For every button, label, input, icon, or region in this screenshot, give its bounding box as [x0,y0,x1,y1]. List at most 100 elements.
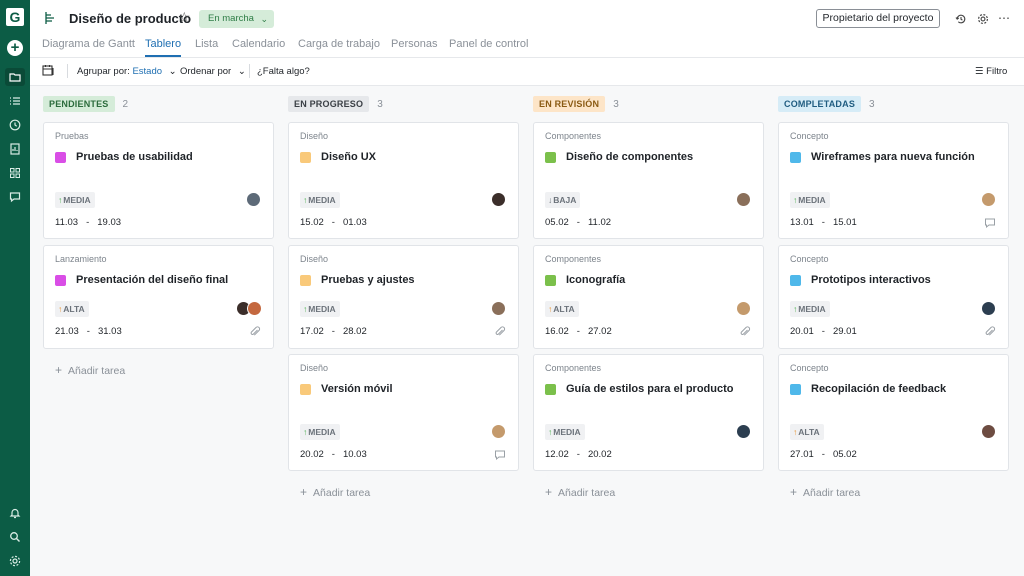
priority-badge: ↑MEDIA [545,424,585,440]
task-title[interactable]: Diseño de componentes [566,151,693,163]
task-card[interactable]: Componentes Iconografía ↑ALTA 16.02-27.02 [533,245,764,349]
list-icon[interactable] [5,92,25,110]
assignee-avatar[interactable] [736,424,751,439]
comment-icon[interactable] [984,217,996,229]
folder-icon[interactable] [5,68,25,86]
task-dates: 12.02-20.02 [545,449,612,460]
star-icon[interactable]: ☆ [178,9,191,26]
project-owner-button[interactable]: Propietario del proyecto [816,9,940,28]
task-dates: 20.02-10.03 [300,449,367,460]
apps-grid-icon[interactable] [5,164,25,182]
settings-icon[interactable] [5,552,25,570]
priority-badge: ↑MEDIA [55,192,95,208]
task-card[interactable]: Lanzamiento Presentación del diseño final… [43,245,274,349]
search-icon[interactable] [5,528,25,546]
tab-gantt[interactable]: Diagrama de Gantt [42,38,135,50]
assignee-avatar[interactable] [736,301,751,316]
comment-icon[interactable] [494,449,506,461]
task-dates: 11.03-19.03 [55,217,121,228]
add-task-button[interactable]: + Añadir tarea [55,363,125,377]
assignee-avatar[interactable] [981,424,996,439]
bell-icon[interactable] [5,504,25,522]
task-card[interactable]: Diseño Versión móvil ↑MEDIA 20.02-10.03 [288,354,519,471]
date-separator: - [331,326,335,337]
clock-icon[interactable] [5,116,25,134]
create-button[interactable]: + [7,40,23,56]
task-title[interactable]: Recopilación de feedback [811,383,946,395]
group-by-control[interactable]: Agrupar por: Estado ⌄ [77,66,177,77]
assignee-avatar[interactable] [981,301,996,316]
add-task-button[interactable]: + Añadir tarea [545,485,615,499]
more-options-icon[interactable]: ⋯ [996,10,1012,26]
task-title[interactable]: Guía de estilos para el producto [566,383,733,395]
task-title[interactable]: Diseño UX [321,151,376,163]
task-category: Componentes [545,131,602,141]
start-date: 15.02 [300,217,324,228]
tab-calendar[interactable]: Calendario [232,38,285,50]
add-task-button[interactable]: + Añadir tarea [300,485,370,499]
task-dates: 21.03-31.03 [55,326,122,337]
status-dropdown[interactable]: En marcha ⌄ [199,10,274,28]
paperclip-icon[interactable] [249,326,261,338]
task-title[interactable]: Pruebas y ajustes [321,274,415,286]
task-title[interactable]: Wireframes para nueva función [811,151,975,163]
tab-dashboard[interactable]: Panel de control [449,38,529,50]
assignee-avatar[interactable] [491,192,506,207]
assignee-avatar[interactable] [247,301,262,316]
paperclip-icon[interactable] [739,326,751,338]
priority-label: MEDIA [308,195,336,205]
priority-label: BAJA [553,195,577,205]
assignee-avatar[interactable] [491,301,506,316]
chevron-down-icon: ⌄ [237,66,246,77]
task-card[interactable]: Concepto Recopilación de feedback ↑ALTA 27.… [778,354,1009,471]
calendar-toggle-icon[interactable] [42,64,54,76]
paperclip-icon[interactable] [494,326,506,338]
tab-board[interactable]: Tablero [145,38,181,50]
add-task-button[interactable]: + Añadir tarea [790,485,860,499]
task-card[interactable]: Pruebas Pruebas de usabilidad ↑MEDIA 11.03-… [43,122,274,239]
filter-button[interactable]: ☰ Filtro [975,66,1007,77]
tab-list[interactable]: Lista [195,38,218,50]
task-category: Concepto [790,254,829,264]
task-title[interactable]: Versión móvil [321,383,393,395]
tab-workload[interactable]: Carga de trabajo [298,38,380,50]
task-category: Diseño [300,131,329,141]
paperclip-icon[interactable] [984,326,996,338]
task-color-square [300,275,311,286]
assignee-avatar[interactable] [981,192,996,207]
project-board-icon [45,12,54,24]
task-card[interactable]: Componentes Guía de estilos para el produ… [533,354,764,471]
column-status-badge: COMPLETADAS [778,96,862,112]
task-category: Componentes [545,363,602,373]
task-card[interactable]: Diseño Diseño UX ↑MEDIA 15.02-01.03 [288,122,519,239]
gear-icon[interactable] [975,10,991,26]
task-card[interactable]: Diseño Pruebas y ajustes ↑MEDIA 17.02-28.02 [288,245,519,349]
task-color-square [545,384,556,395]
task-card[interactable]: Concepto Wireframes para nueva función ↑ME… [778,122,1009,239]
tab-people[interactable]: Personas [391,38,437,50]
end-date: 15.01 [832,217,857,228]
priority-label: ALTA [63,304,85,314]
chat-icon[interactable] [5,188,25,206]
assignee-avatar[interactable] [491,424,506,439]
assignee-avatar[interactable] [736,192,751,207]
arrow-up-icon: ↑ [58,195,63,205]
assignee-avatar[interactable] [246,192,261,207]
task-title[interactable]: Presentación del diseño final [76,274,228,286]
task-color-square [790,152,801,163]
add-task-label: Añadir tarea [803,487,861,499]
task-card[interactable]: Concepto Prototipos interactivos ↑MEDIA 20.… [778,245,1009,349]
app-logo[interactable]: G [6,8,24,26]
task-title[interactable]: Iconografía [566,274,625,286]
feedback-link[interactable]: ¿Falta algo? [257,66,310,77]
task-title[interactable]: Pruebas de usabilidad [76,151,193,163]
task-color-square [545,275,556,286]
start-date: 05.02 [545,217,569,228]
date-separator: - [821,449,825,460]
sort-by-label: Ordenar por [180,66,232,77]
sort-by-control[interactable]: Ordenar por ⌄ [180,66,246,77]
task-title[interactable]: Prototipos interactivos [811,274,931,286]
task-card[interactable]: Componentes Diseño de componentes ↓BAJA 05.… [533,122,764,239]
report-icon[interactable] [5,140,25,158]
history-icon[interactable] [953,10,969,26]
